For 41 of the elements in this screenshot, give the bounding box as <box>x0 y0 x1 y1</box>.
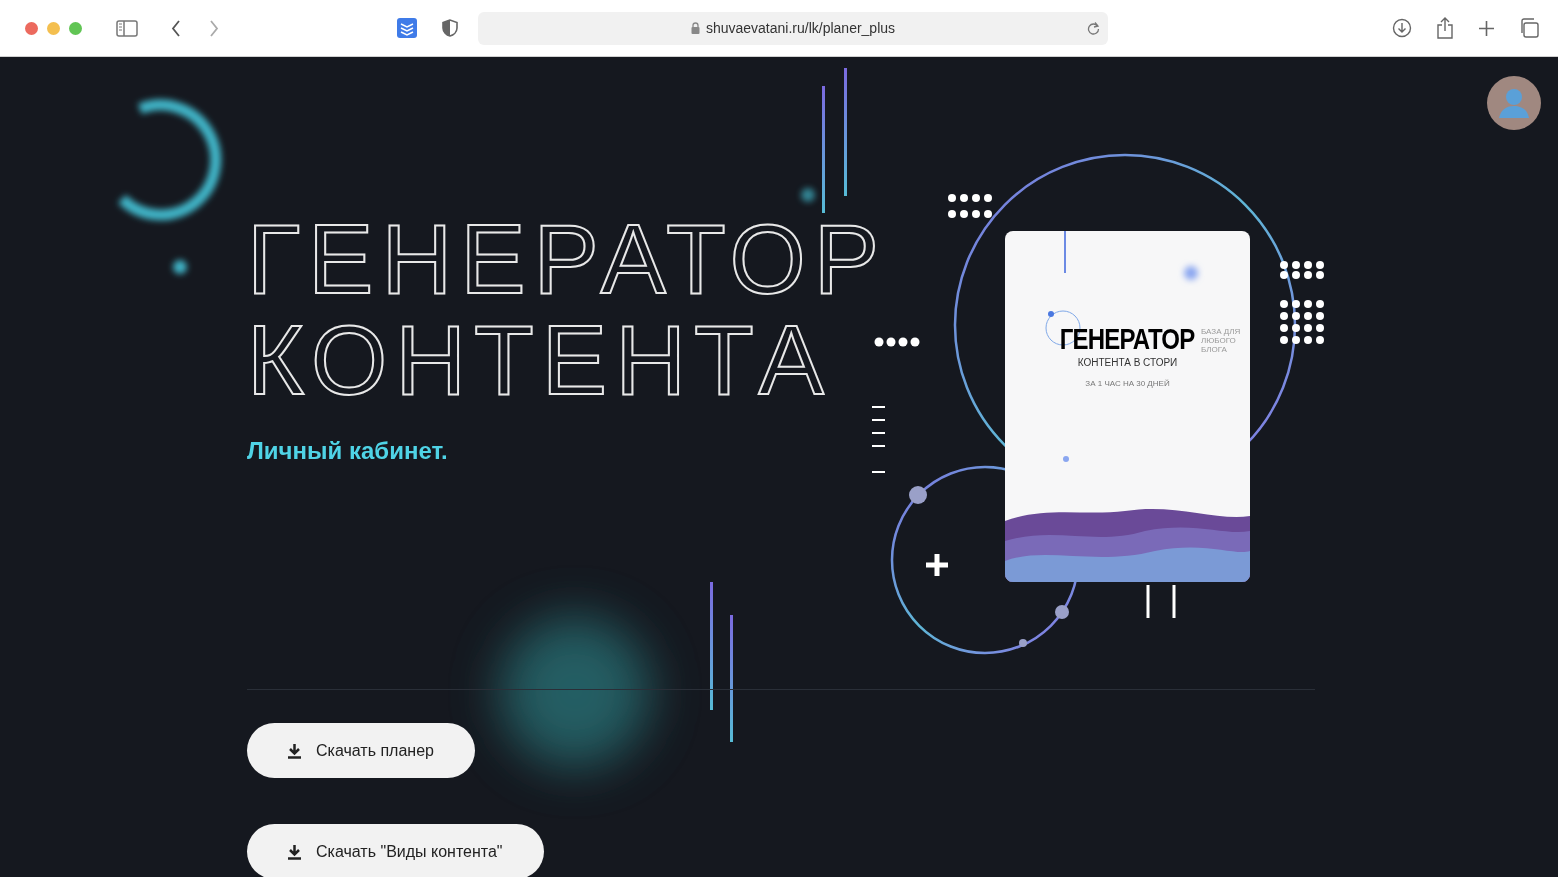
download-icon <box>287 843 302 860</box>
back-icon[interactable] <box>171 19 181 37</box>
plus-sign-icon <box>923 551 951 579</box>
cover-line <box>1064 231 1066 273</box>
dot-grid <box>1280 300 1324 344</box>
twin-lines <box>1146 583 1176 620</box>
ring-bead <box>909 486 927 504</box>
tabs-icon[interactable] <box>1519 18 1539 38</box>
dot-grid <box>948 194 992 218</box>
cover-title: ГЕНЕРАТОР <box>1060 323 1195 355</box>
avatar[interactable] <box>1487 76 1541 130</box>
dot-grid <box>1280 261 1324 279</box>
reload-icon[interactable] <box>1087 21 1100 35</box>
glowing-dot <box>801 188 815 202</box>
cover-tagline: ЗА 1 ЧАС НА 30 ДНЕЙ <box>1085 378 1170 390</box>
hero-title-line: КОНТЕНТА <box>247 310 832 411</box>
shield-icon[interactable] <box>442 19 458 37</box>
download-button[interactable]: Скачать "Виды контента" <box>247 824 544 877</box>
glowing-dot <box>173 260 187 274</box>
plus-icon[interactable] <box>1478 19 1495 37</box>
cover-subtitle: КОНТЕНТА В СТОРИ <box>1077 356 1178 370</box>
address-bar[interactable]: shuvaevatani.ru/lk/planer_plus <box>478 11 1108 45</box>
layers-extension-icon[interactable] <box>397 18 417 38</box>
download-icon <box>287 742 302 759</box>
sidebar-icon[interactable] <box>116 19 138 37</box>
cover-side-note: БАЗА ДЛЯ ЛЮБОГО БЛОГА <box>1201 327 1242 354</box>
ring-bead <box>1055 605 1069 619</box>
download-button[interactable]: Скачать планер <box>247 723 475 778</box>
url-text: shuvaevatani.ru/lk/planer_plus <box>705 18 896 38</box>
share-icon[interactable] <box>1436 17 1454 39</box>
subtitle: Личный кабинет. <box>247 436 448 466</box>
lock-icon <box>690 22 700 34</box>
hero-title-line: ГЕНЕРАТОР <box>247 209 888 310</box>
dash-stack <box>871 406 886 473</box>
download-icon[interactable] <box>1392 18 1412 38</box>
close-window-icon[interactable] <box>25 21 38 35</box>
ring-bead <box>1019 639 1027 647</box>
cover-dot <box>1063 456 1069 462</box>
cover-glow-dot <box>1184 266 1198 280</box>
dot-row <box>874 337 920 347</box>
forward-icon[interactable] <box>209 19 219 37</box>
